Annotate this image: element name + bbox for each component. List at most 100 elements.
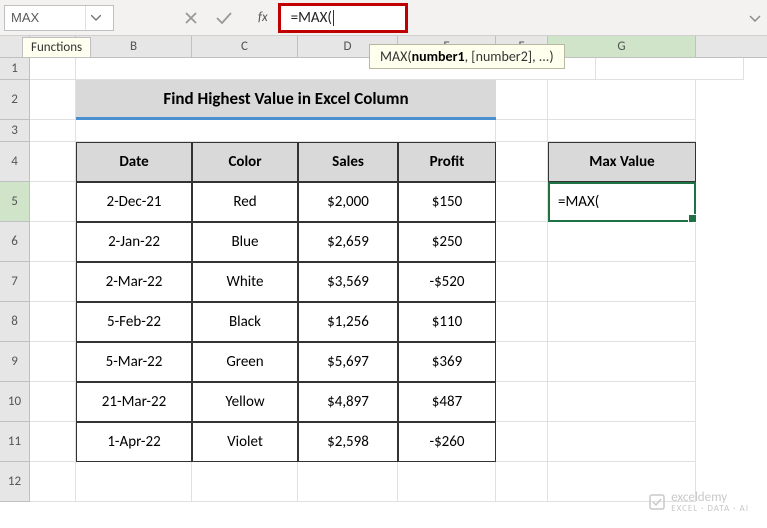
header-profit[interactable]: Profit: [398, 142, 496, 182]
name-box-wrap[interactable]: [4, 5, 114, 31]
col-header-b[interactable]: B: [76, 36, 192, 57]
cell-b12[interactable]: [76, 462, 192, 502]
cell-sales-11[interactable]: $2,598: [298, 422, 398, 462]
cell-sales-5[interactable]: $2,000: [298, 182, 398, 222]
formula-bar[interactable]: =MAX(: [278, 3, 408, 33]
fx-icon[interactable]: fx: [258, 10, 268, 25]
cell-f4[interactable]: [496, 142, 548, 182]
cell-date-5[interactable]: 2-Dec-21: [76, 182, 192, 222]
col-header-g[interactable]: G: [548, 36, 696, 57]
row-6: 6 2-Jan-22Blue$2,659$250: [0, 222, 767, 262]
cell-a1[interactable]: [30, 58, 76, 80]
cell-f8[interactable]: [496, 302, 548, 342]
row-header-4[interactable]: 4: [0, 142, 30, 182]
cell-profit-9[interactable]: $369: [398, 342, 496, 382]
cell-color-10[interactable]: Yellow: [192, 382, 298, 422]
chevron-down-icon[interactable]: [85, 6, 105, 30]
cell-g10[interactable]: [548, 382, 696, 422]
row-header-7[interactable]: 7: [0, 262, 30, 302]
cell-a7[interactable]: [30, 262, 76, 302]
cell-color-9[interactable]: Green: [192, 342, 298, 382]
cell-f5[interactable]: [496, 182, 548, 222]
name-box[interactable]: [5, 10, 85, 25]
row-header-10[interactable]: 10: [0, 382, 30, 422]
cell-color-11[interactable]: Violet: [192, 422, 298, 462]
row-header-3[interactable]: 3: [0, 120, 30, 142]
cell-f6[interactable]: [496, 222, 548, 262]
row-header-5[interactable]: 5: [0, 182, 30, 222]
cell-color-8[interactable]: Black: [192, 302, 298, 342]
cell-a5[interactable]: [30, 182, 76, 222]
cell-g9[interactable]: [548, 342, 696, 382]
cell-profit-7[interactable]: -$520: [398, 262, 496, 302]
cell-f7[interactable]: [496, 262, 548, 302]
cell-date-8[interactable]: 5-Feb-22: [76, 302, 192, 342]
row-header-12[interactable]: 12: [0, 462, 30, 502]
cell-sales-10[interactable]: $4,897: [298, 382, 398, 422]
cell-date-6[interactable]: 2-Jan-22: [76, 222, 192, 262]
cell-profit-6[interactable]: $250: [398, 222, 496, 262]
cell-a11[interactable]: [30, 422, 76, 462]
cell-profit-10[interactable]: $487: [398, 382, 496, 422]
cancel-icon[interactable]: [184, 11, 198, 25]
cell-g11[interactable]: [548, 422, 696, 462]
cell-e12[interactable]: [398, 462, 496, 502]
col-header-c[interactable]: C: [192, 36, 298, 57]
cell-f2[interactable]: [496, 80, 548, 120]
cell-a8[interactable]: [30, 302, 76, 342]
row-header-9[interactable]: 9: [0, 342, 30, 382]
row-header-11[interactable]: 11: [0, 422, 30, 462]
max-value-header[interactable]: Max Value: [548, 142, 696, 182]
row-header-6[interactable]: 6: [0, 222, 30, 262]
cell-color-7[interactable]: White: [192, 262, 298, 302]
formula-bar-wrap: =MAX(: [278, 3, 749, 33]
header-color[interactable]: Color: [192, 142, 298, 182]
cell-g2[interactable]: [548, 80, 696, 120]
cell-g3[interactable]: [548, 120, 696, 142]
cell-f11[interactable]: [496, 422, 548, 462]
cell-color-6[interactable]: Blue: [192, 222, 298, 262]
cell-g6[interactable]: [548, 222, 696, 262]
active-cell-g5[interactable]: =MAX(: [548, 182, 696, 222]
row-header-8[interactable]: 8: [0, 302, 30, 342]
cell-f9[interactable]: [496, 342, 548, 382]
cell-sales-7[interactable]: $3,569: [298, 262, 398, 302]
row-header-2[interactable]: 2: [0, 80, 30, 120]
cell-a4[interactable]: [30, 142, 76, 182]
cell-f12[interactable]: [496, 462, 548, 502]
cell-a10[interactable]: [30, 382, 76, 422]
header-date[interactable]: Date: [76, 142, 192, 182]
hint-arg1: number1: [412, 48, 465, 65]
header-sales[interactable]: Sales: [298, 142, 398, 182]
cell-date-7[interactable]: 2-Mar-22: [76, 262, 192, 302]
enter-icon[interactable]: [216, 12, 232, 24]
expand-formula-bar-icon[interactable]: [749, 13, 761, 23]
cell-g7[interactable]: [548, 262, 696, 302]
cell-sales-8[interactable]: $1,256: [298, 302, 398, 342]
cell-a2[interactable]: [30, 80, 76, 120]
cell-a9[interactable]: [30, 342, 76, 382]
cell-date-11[interactable]: 1-Apr-22: [76, 422, 192, 462]
function-hint-tooltip[interactable]: MAX(number1, [number2], ...): [369, 44, 565, 69]
cell-g8[interactable]: [548, 302, 696, 342]
cell-profit-8[interactable]: $110: [398, 302, 496, 342]
text-cursor: [333, 10, 334, 26]
cell-f3[interactable]: [496, 120, 548, 142]
cell-c12[interactable]: [192, 462, 298, 502]
cell-merged-3[interactable]: [76, 120, 496, 142]
cell-g1[interactable]: [596, 58, 744, 80]
cell-profit-5[interactable]: $150: [398, 182, 496, 222]
cell-f10[interactable]: [496, 382, 548, 422]
cell-date-9[interactable]: 5-Mar-22: [76, 342, 192, 382]
row-header-1[interactable]: 1: [0, 58, 30, 80]
cell-d12[interactable]: [298, 462, 398, 502]
cell-sales-6[interactable]: $2,659: [298, 222, 398, 262]
cell-color-5[interactable]: Red: [192, 182, 298, 222]
cell-date-10[interactable]: 21-Mar-22: [76, 382, 192, 422]
title-cell[interactable]: Find Highest Value in Excel Column: [76, 80, 496, 120]
cell-a12[interactable]: [30, 462, 76, 502]
cell-a3[interactable]: [30, 120, 76, 142]
cell-profit-11[interactable]: -$260: [398, 422, 496, 462]
cell-sales-9[interactable]: $5,697: [298, 342, 398, 382]
cell-a6[interactable]: [30, 222, 76, 262]
